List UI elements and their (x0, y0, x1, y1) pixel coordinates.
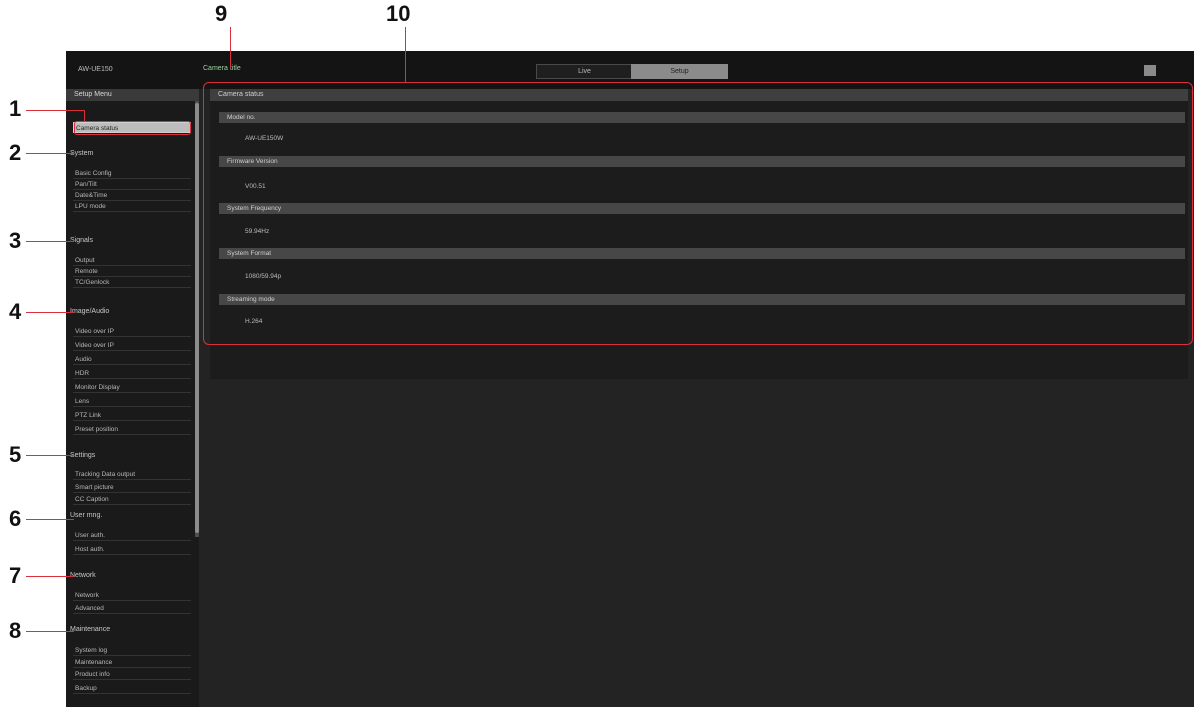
tab-setup[interactable]: Setup (631, 64, 728, 79)
callout-line-6 (26, 519, 74, 520)
sidebar-item-user-auth[interactable]: User auth. (73, 530, 191, 541)
sidebar-item-system-log[interactable]: System log (73, 645, 191, 656)
sidebar-item-preset-position[interactable]: Preset position (73, 424, 191, 435)
callout-line-7 (26, 576, 74, 577)
sidebar-item-advanced[interactable]: Advanced (73, 603, 191, 614)
callout-line-3 (26, 241, 74, 242)
callout-line-2 (26, 153, 74, 154)
callout-line-5 (26, 455, 74, 456)
sidebar-group-maintenance[interactable]: Maintenance (70, 624, 110, 635)
sidebar-group-user-mng[interactable]: User mng. (70, 510, 102, 521)
setup-menu-sidebar: Setup Menu Camera status System Basic Co… (66, 89, 199, 707)
camera-title: Camera title (203, 65, 241, 72)
sidebar-item-network[interactable]: Network (73, 590, 191, 601)
callout-line-10 (405, 27, 406, 83)
sidebar-item-tracking-data-output[interactable]: Tracking Data output (73, 469, 191, 480)
callout-line-1 (26, 110, 84, 111)
sidebar-item-output[interactable]: Output (73, 255, 191, 266)
callout-6: 6 (9, 506, 22, 531)
callout-2: 2 (9, 140, 22, 165)
sidebar-item-ptz-link[interactable]: PTZ Link (73, 410, 191, 421)
sidebar-item-cc-caption[interactable]: CC Caption (73, 494, 191, 505)
sidebar-item-host-auth[interactable]: Host auth. (73, 544, 191, 555)
sidebar-item-product-info[interactable]: Product info (73, 669, 191, 680)
callout-10: 10 (386, 1, 411, 26)
sidebar-item-backup[interactable]: Backup (73, 683, 191, 694)
sidebar-item-audio[interactable]: Audio (73, 354, 191, 365)
sidebar-item-basic-config[interactable]: Basic Config (73, 168, 191, 179)
sidebar-scrollbar-thumb[interactable] (195, 103, 199, 533)
callout-9: 9 (215, 1, 228, 26)
highlight-frame-camera-status (74, 121, 191, 135)
tab-live[interactable]: Live (536, 64, 633, 79)
sidebar-item-lens[interactable]: Lens (73, 396, 191, 407)
callout-line-9 (230, 27, 231, 68)
callout-8: 8 (9, 618, 22, 643)
sidebar-item-pan-tilt[interactable]: Pan/Tilt (73, 179, 191, 190)
callout-1: 1 (9, 96, 22, 121)
sidebar-item-video-over-ip[interactable]: Video over IP (73, 326, 191, 337)
sidebar-item-remote[interactable]: Remote (73, 266, 191, 277)
sidebar-item-lens-mode[interactable]: LPU mode (73, 201, 191, 212)
sidebar-item-smart-picture[interactable]: Smart picture (73, 482, 191, 493)
sidebar-item-video-over-ip-2[interactable]: Video over IP (73, 340, 191, 351)
sidebar-title: Setup Menu (66, 89, 199, 101)
sidebar-item-monitor-display[interactable]: Monitor Display (73, 382, 191, 393)
sidebar-item-maintenance[interactable]: Maintenance (73, 657, 191, 668)
callout-4: 4 (9, 299, 22, 324)
callout-5: 5 (9, 442, 22, 467)
callout-line-1-drop (84, 110, 85, 122)
callout-line-8 (26, 631, 74, 632)
highlight-frame-main (203, 82, 1193, 345)
sidebar-item-hdr[interactable]: HDR (73, 368, 191, 379)
sidebar-item-tc-genlock[interactable]: TC/Genlock (73, 277, 191, 288)
callout-line-4 (26, 312, 74, 313)
callout-7: 7 (9, 563, 22, 588)
sidebar-item-date-time[interactable]: Date&Time (73, 190, 191, 201)
model-name: AW-UE150 (78, 66, 113, 73)
callout-3: 3 (9, 228, 22, 253)
sidebar-group-image-audio[interactable]: Image/Audio (70, 306, 109, 317)
help-icon[interactable] (1144, 65, 1156, 76)
